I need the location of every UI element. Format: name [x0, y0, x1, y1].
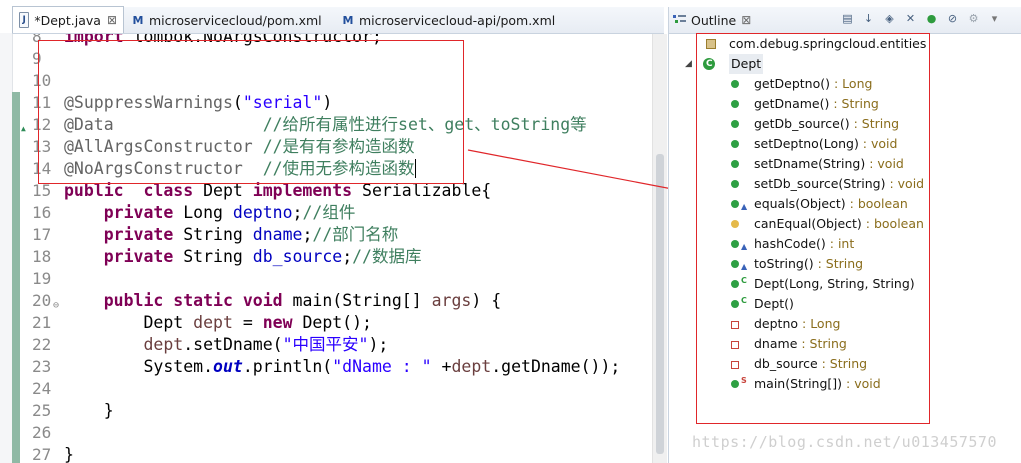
editor-tab-bar: J *Dept.java ⊠ M microservicecloud/pom.x…: [12, 6, 664, 34]
hide-nonpublic-icon[interactable]: ●: [924, 11, 939, 26]
line-number: 24: [32, 379, 52, 398]
line-number: 21: [32, 313, 52, 332]
change-marker: [12, 334, 20, 356]
code-line[interactable]: 16 private Long deptno;//组件: [12, 202, 652, 224]
hide-fields-icon[interactable]: ◈: [882, 11, 897, 26]
view-menu-icon[interactable]: ▾: [987, 11, 1002, 26]
outline-icon: [673, 14, 686, 26]
close-icon[interactable]: ⊠: [741, 13, 751, 27]
line-number: 18: [32, 247, 52, 266]
code-line[interactable]: 20 ⊖ public static void main(String[] arg…: [12, 290, 652, 312]
change-marker: [12, 312, 20, 334]
line-number: 27: [32, 445, 52, 463]
code-text: System.out.println("dName : " +dept.getD…: [64, 357, 621, 376]
tab-label: microservicecloud-api/pom.xml: [359, 12, 556, 28]
collapse-arrow-icon[interactable]: ◢: [685, 54, 692, 74]
maven-pom-icon: M: [132, 13, 144, 27]
code-line[interactable]: 25 }: [12, 400, 652, 422]
change-marker: [12, 444, 20, 463]
change-marker: [12, 202, 20, 224]
annotation-highlight-box: [38, 40, 464, 184]
change-marker: [12, 34, 20, 48]
code-line[interactable]: 17 private String dname;//部门名称: [12, 224, 652, 246]
code-line[interactable]: 24: [12, 378, 652, 400]
code-text: }: [64, 401, 114, 420]
change-marker: [12, 48, 20, 70]
maven-pom-icon: M: [342, 13, 354, 27]
collapse-all-icon[interactable]: ▤: [840, 11, 855, 26]
line-number: 25: [32, 401, 52, 420]
close-icon[interactable]: ⊠: [107, 13, 117, 27]
editor-vertical-scrollbar[interactable]: [652, 34, 667, 463]
change-marker: [12, 224, 20, 246]
line-number: 26: [32, 423, 52, 442]
change-marker: [12, 290, 20, 312]
change-marker: [12, 356, 20, 378]
tab-label: *Dept.java: [34, 12, 101, 28]
code-line[interactable]: 26: [12, 422, 652, 444]
line-number: 23: [32, 357, 52, 376]
tab-microservicecloud-pom[interactable]: M microservicecloud/pom.xml: [126, 7, 322, 33]
line-number: 19: [32, 269, 52, 288]
tab-label: microservicecloud/pom.xml: [149, 12, 322, 28]
change-marker: [12, 246, 20, 268]
change-marker: [12, 70, 20, 92]
code-text: Dept dept = new Dept();: [64, 313, 372, 332]
change-marker: [12, 158, 20, 180]
change-marker: [12, 180, 20, 202]
code-line[interactable]: 22 dept.setDname("中国平安");: [12, 334, 652, 356]
change-marker: [12, 114, 20, 136]
hide-static-icon[interactable]: ✕: [903, 11, 918, 26]
outline-toolbar: ▤ ↓ ◈ ✕ ● ⊘ ⚙ ▾: [840, 11, 1002, 26]
hide-local-types-icon[interactable]: ⊘: [945, 11, 960, 26]
change-marker: [12, 92, 20, 114]
outline-header: Outline ⊠ ▤ ↓ ◈ ✕ ● ⊘ ⚙ ▾: [669, 7, 1021, 34]
code-line[interactable]: 23 System.out.println("dName : " +dept.g…: [12, 356, 652, 378]
code-text: private Long deptno;//组件: [103, 203, 356, 222]
code-line[interactable]: 18 private String db_source;//数据库: [12, 246, 652, 268]
java-file-icon: J: [19, 12, 30, 28]
tab-dept-java[interactable]: J *Dept.java ⊠: [12, 6, 124, 33]
code-line[interactable]: 27}: [12, 444, 652, 463]
change-marker: [12, 136, 20, 158]
code-text: }: [64, 445, 74, 463]
line-number: 17: [32, 225, 52, 244]
code-text: dept.setDname("中国平安");: [143, 335, 389, 354]
outline-title: Outline: [691, 12, 737, 28]
change-marker: [12, 268, 20, 290]
code-line[interactable]: 19: [12, 268, 652, 290]
code-line[interactable]: 21 Dept dept = new Dept();: [12, 312, 652, 334]
watermark: https://blog.csdn.net/u013457570: [692, 433, 997, 451]
tab-outline[interactable]: Outline ⊠: [673, 7, 751, 33]
scrollbar-thumb[interactable]: [656, 154, 664, 454]
tab-microservicecloud-api-pom[interactable]: M microservicecloud-api/pom.xml: [336, 7, 556, 33]
line-number: 16: [32, 203, 52, 222]
code-text: private String db_source;//数据库: [103, 247, 422, 266]
change-marker: [12, 378, 20, 400]
sort-icon[interactable]: ↓: [861, 11, 876, 26]
code-text: private String dname;//部门名称: [103, 225, 399, 244]
line-number: 22: [32, 335, 52, 354]
focus-icon[interactable]: ⚙: [966, 11, 981, 26]
change-marker: [12, 422, 20, 444]
change-marker: [12, 400, 20, 422]
annotation-highlight-box: [696, 33, 930, 424]
code-text: public static void main(String[] args) {: [103, 291, 502, 310]
